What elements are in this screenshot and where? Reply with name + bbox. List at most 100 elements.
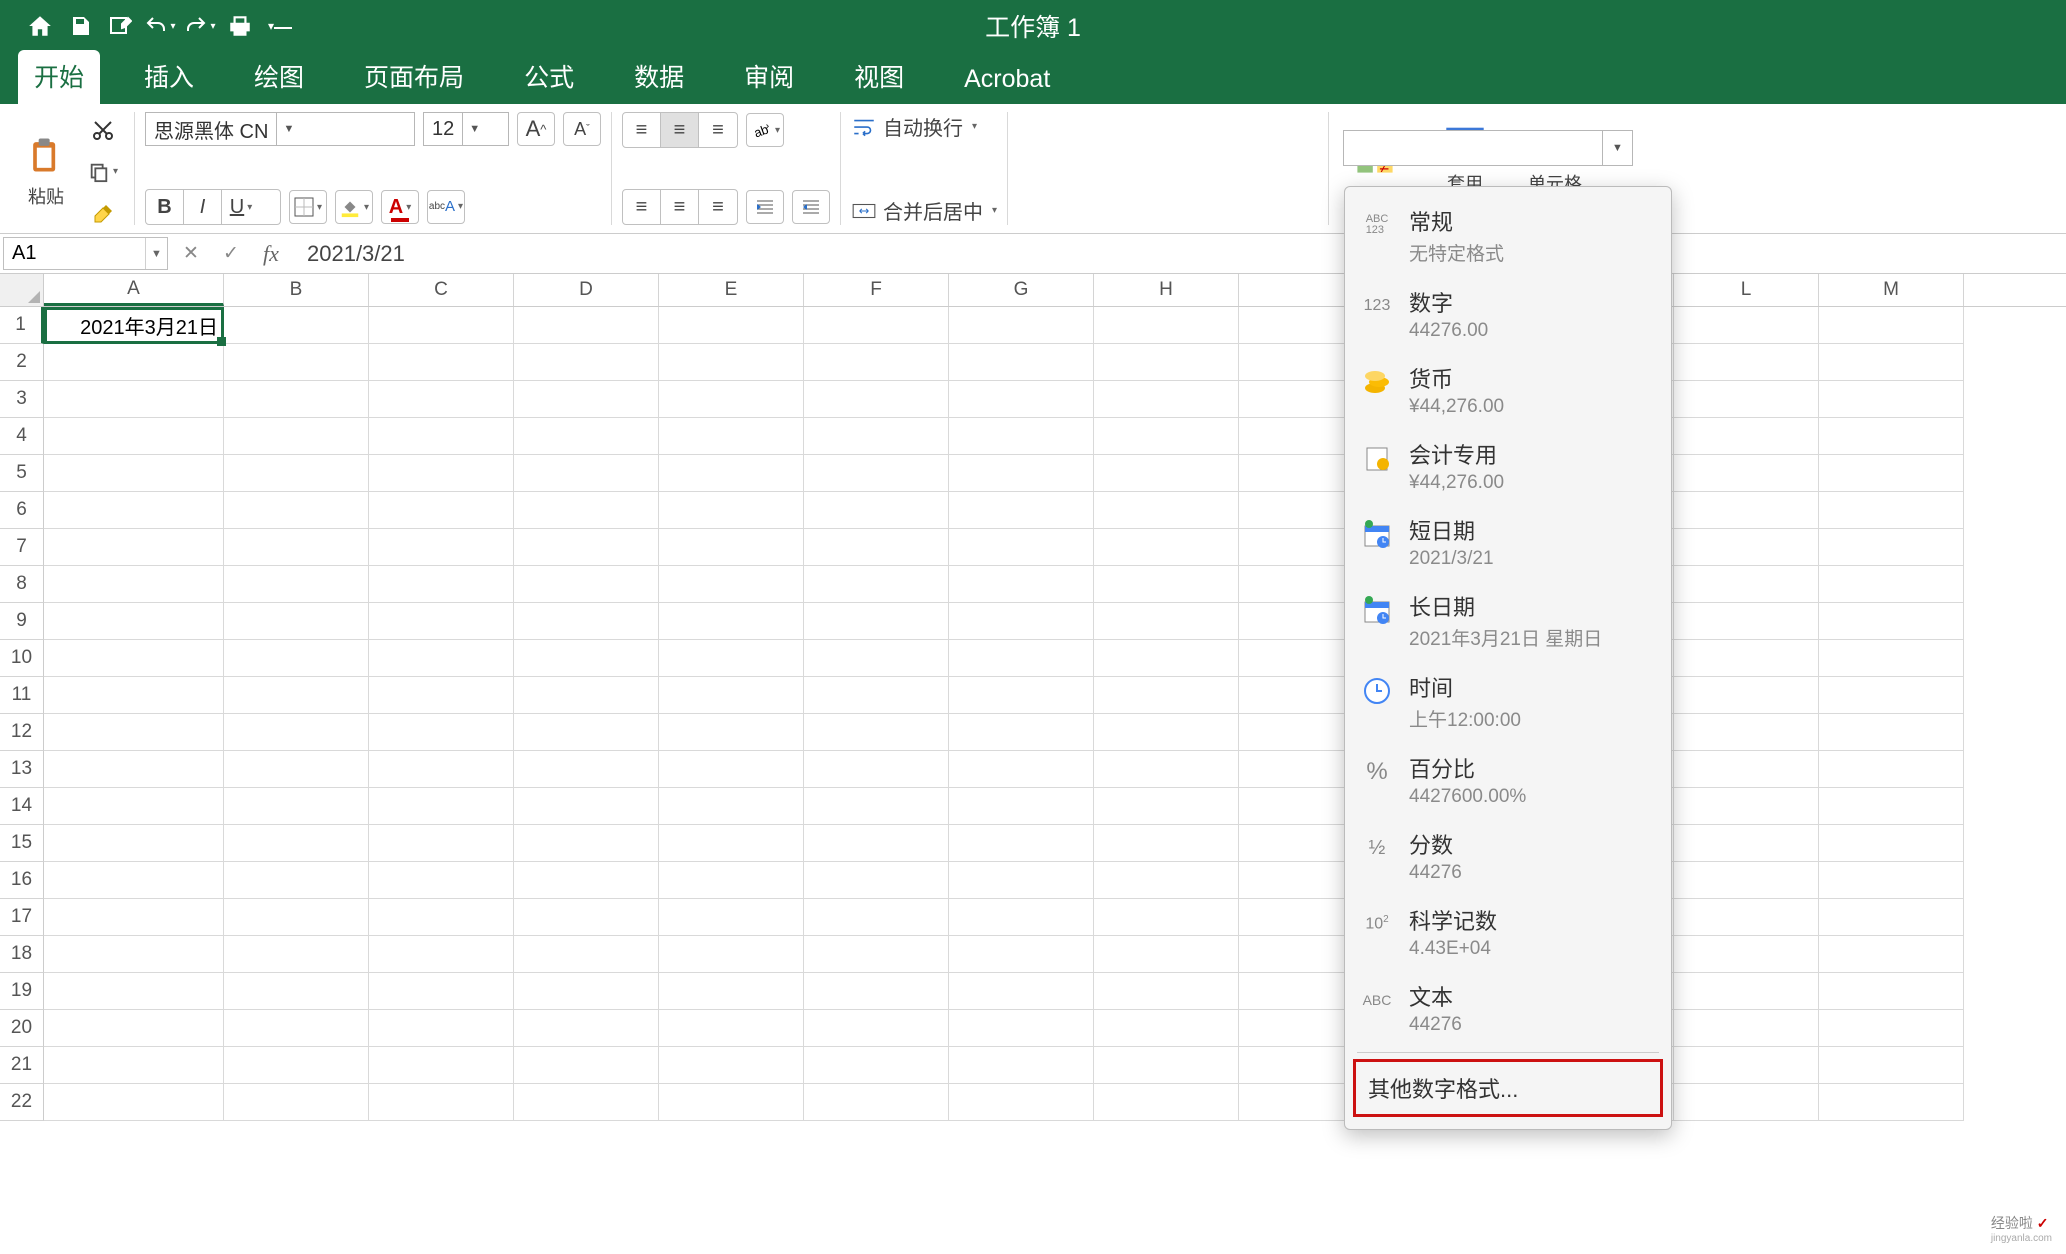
cell[interactable] xyxy=(659,973,804,1010)
cell[interactable] xyxy=(804,973,949,1010)
cell[interactable] xyxy=(804,603,949,640)
column-header[interactable]: G xyxy=(949,274,1094,306)
cell[interactable] xyxy=(1674,418,1819,455)
cell[interactable] xyxy=(1674,788,1819,825)
cut-icon[interactable] xyxy=(88,115,118,145)
cell[interactable] xyxy=(949,973,1094,1010)
edit-icon[interactable] xyxy=(100,6,140,46)
cell[interactable] xyxy=(1094,677,1239,714)
cell[interactable] xyxy=(1674,381,1819,418)
column-header[interactable]: H xyxy=(1094,274,1239,306)
cell[interactable] xyxy=(659,640,804,677)
cell[interactable] xyxy=(44,1084,224,1121)
cell[interactable] xyxy=(804,640,949,677)
cell[interactable] xyxy=(1819,307,1964,344)
underline-button[interactable]: U▾ xyxy=(222,190,260,224)
cell[interactable] xyxy=(369,640,514,677)
cell[interactable] xyxy=(224,381,369,418)
number-format-item[interactable]: ABC123常规无特定格式 xyxy=(1345,195,1671,276)
cell[interactable] xyxy=(514,862,659,899)
cell[interactable] xyxy=(1674,529,1819,566)
cell[interactable] xyxy=(1674,973,1819,1010)
cell[interactable] xyxy=(514,899,659,936)
cell[interactable] xyxy=(1094,566,1239,603)
cell[interactable] xyxy=(1819,603,1964,640)
row-header[interactable]: 16 xyxy=(0,862,44,899)
number-format-item[interactable]: 102科学记数4.43E+04 xyxy=(1345,894,1671,970)
cell[interactable] xyxy=(659,529,804,566)
row-header[interactable]: 12 xyxy=(0,714,44,751)
cell[interactable] xyxy=(514,825,659,862)
cell[interactable] xyxy=(44,973,224,1010)
cell[interactable] xyxy=(44,1010,224,1047)
cell[interactable] xyxy=(1674,1047,1819,1084)
cell[interactable] xyxy=(514,714,659,751)
cell[interactable] xyxy=(659,603,804,640)
cell[interactable] xyxy=(1819,492,1964,529)
cell[interactable] xyxy=(949,788,1094,825)
cell[interactable] xyxy=(224,751,369,788)
cell[interactable] xyxy=(1819,677,1964,714)
cell[interactable] xyxy=(224,529,369,566)
fill-color-button[interactable]: ▾ xyxy=(335,190,373,224)
tab-insert[interactable]: 插入 xyxy=(128,50,210,104)
number-format-item[interactable]: 长日期2021年3月21日 星期日 xyxy=(1345,580,1671,661)
cell[interactable] xyxy=(1819,418,1964,455)
indent-decrease-icon[interactable] xyxy=(746,190,784,224)
align-left-icon[interactable]: ≡ xyxy=(623,190,661,224)
cell[interactable] xyxy=(1819,1047,1964,1084)
column-header[interactable]: C xyxy=(369,274,514,306)
tab-home[interactable]: 开始 xyxy=(18,50,100,104)
cell[interactable] xyxy=(1819,751,1964,788)
cell[interactable] xyxy=(369,492,514,529)
cell[interactable] xyxy=(369,751,514,788)
cell[interactable] xyxy=(949,677,1094,714)
row-header[interactable]: 8 xyxy=(0,566,44,603)
cell[interactable] xyxy=(1674,344,1819,381)
cell[interactable] xyxy=(1674,492,1819,529)
italic-button[interactable]: I xyxy=(184,190,222,224)
cell[interactable] xyxy=(804,714,949,751)
cell[interactable] xyxy=(514,788,659,825)
cell[interactable] xyxy=(1094,307,1239,344)
cell[interactable] xyxy=(804,307,949,344)
cell[interactable] xyxy=(804,1010,949,1047)
undo-icon[interactable]: ▾ xyxy=(140,6,180,46)
cell[interactable] xyxy=(224,1047,369,1084)
column-header[interactable]: B xyxy=(224,274,369,306)
cell[interactable] xyxy=(1674,825,1819,862)
number-format-item[interactable]: 货币¥44,276.00 xyxy=(1345,352,1671,428)
cell[interactable] xyxy=(1094,862,1239,899)
cell[interactable] xyxy=(659,566,804,603)
cell[interactable] xyxy=(804,418,949,455)
cell[interactable] xyxy=(224,788,369,825)
cell[interactable] xyxy=(659,1047,804,1084)
cell[interactable] xyxy=(1674,751,1819,788)
cell[interactable] xyxy=(804,862,949,899)
cell[interactable] xyxy=(369,714,514,751)
cell[interactable] xyxy=(1094,714,1239,751)
enter-icon[interactable]: ✓ xyxy=(211,242,251,265)
cell[interactable] xyxy=(1094,751,1239,788)
cell[interactable] xyxy=(1819,566,1964,603)
row-header[interactable]: 5 xyxy=(0,455,44,492)
align-center-icon[interactable]: ≡ xyxy=(661,190,699,224)
cell[interactable] xyxy=(369,862,514,899)
cell[interactable] xyxy=(804,677,949,714)
cell[interactable] xyxy=(369,936,514,973)
dropdown-arrow-icon[interactable]: ▼ xyxy=(1602,131,1632,165)
cell[interactable] xyxy=(659,1010,804,1047)
tab-review[interactable]: 审阅 xyxy=(728,50,810,104)
cell[interactable] xyxy=(514,936,659,973)
column-header[interactable]: E xyxy=(659,274,804,306)
tab-formulas[interactable]: 公式 xyxy=(508,50,590,104)
redo-icon[interactable]: ▾ xyxy=(180,6,220,46)
cell[interactable] xyxy=(514,677,659,714)
cell[interactable] xyxy=(1819,1084,1964,1121)
cell[interactable] xyxy=(44,751,224,788)
cell[interactable] xyxy=(1819,344,1964,381)
cell[interactable] xyxy=(514,418,659,455)
home-icon[interactable] xyxy=(20,6,60,46)
cell[interactable]: 2021年3月21日 xyxy=(44,307,224,344)
row-header[interactable]: 10 xyxy=(0,640,44,677)
